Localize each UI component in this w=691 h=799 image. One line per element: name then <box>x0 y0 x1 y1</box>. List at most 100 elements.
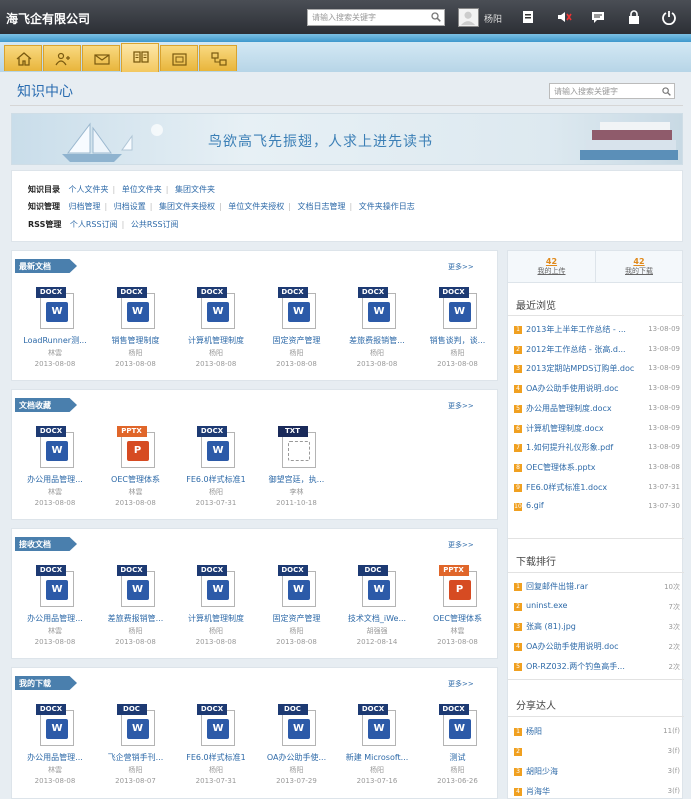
tab-knowledge[interactable] <box>121 43 159 72</box>
sidebar-list-item[interactable]: 4 肖海华 3(f) <box>514 786 680 799</box>
item-title[interactable]: uninst.exe <box>526 601 638 610</box>
item-title[interactable]: OA办公助手使用说明.doc <box>526 383 638 394</box>
link-document-log[interactable]: 文档日志管理 <box>298 202 346 211</box>
document-item[interactable]: DOCX W FE6.0样式标准1 杨阳 2013-07-31 <box>177 426 255 521</box>
item-title[interactable]: OA办公助手使用说明.doc <box>526 641 638 652</box>
document-name[interactable]: OA办公助手使... <box>258 752 336 763</box>
document-item[interactable]: DOCX W 计算机管理制度 杨阳 2013-08-08 <box>177 565 255 660</box>
item-title[interactable]: 胡阳少海 <box>526 766 638 777</box>
document-name[interactable]: 销售管理制度 <box>97 335 175 346</box>
link-unit-folder-auth[interactable]: 单位文件夹授权 <box>228 202 284 211</box>
tab-people[interactable] <box>43 45 81 71</box>
document-name[interactable]: 办公用品管理... <box>16 752 94 763</box>
document-name[interactable]: LoadRunner测... <box>16 335 94 346</box>
address-book-icon[interactable] <box>520 9 536 25</box>
sidebar-list-item[interactable]: 4 OA办公助手使用说明.doc 13-08-09 <box>514 383 680 397</box>
sidebar-list-item[interactable]: 1 回复邮件出错.rar 10次 <box>514 581 680 595</box>
item-title[interactable]: 办公用品管理制度.docx <box>526 403 638 414</box>
document-item[interactable]: DOCX W FE6.0样式标准1 杨阳 2013-07-31 <box>177 704 255 799</box>
document-name[interactable]: 办公用品管理... <box>16 613 94 624</box>
item-title[interactable]: OR-RZ032.两个钓鱼高手... <box>526 661 638 672</box>
item-title[interactable]: OEC管理体系.pptx <box>526 462 638 473</box>
item-title[interactable]: 6.gif <box>526 501 638 510</box>
avatar[interactable] <box>458 8 479 27</box>
sidebar-list-item[interactable]: 9 FE6.0样式标准1.docx 13-07-31 <box>514 482 680 496</box>
document-item[interactable]: DOCX W 差旅费报销管... 杨阳 2013-08-08 <box>338 287 416 382</box>
link-personal-folder[interactable]: 个人文件夹 <box>69 185 109 194</box>
more-link[interactable]: 更多>> <box>448 540 474 550</box>
item-title[interactable]: 1.如何提升礼仪形象.pdf <box>526 442 638 453</box>
document-item[interactable]: PPTX P OEC管理体系 林雲 2013-08-08 <box>97 426 175 521</box>
document-name[interactable]: 计算机管理制度 <box>177 613 255 624</box>
document-name[interactable]: 技术文档_iWe... <box>338 613 416 624</box>
link-unit-folder[interactable]: 单位文件夹 <box>122 185 162 194</box>
link-group-folder-auth[interactable]: 集团文件夹授权 <box>159 202 215 211</box>
sidebar-list-item[interactable]: 7 1.如何提升礼仪形象.pdf 13-08-09 <box>514 442 680 456</box>
document-name[interactable]: 销售谈判，谈... <box>419 335 497 346</box>
more-link[interactable]: 更多>> <box>448 262 474 272</box>
document-name[interactable]: 新建 Microsoft... <box>338 752 416 763</box>
item-title[interactable]: 肖海华 <box>526 786 638 797</box>
document-item[interactable]: DOC W OA办公助手使... 杨阳 2013-07-29 <box>258 704 336 799</box>
document-name[interactable]: 测试 <box>419 752 497 763</box>
sidebar-list-item[interactable]: 1 杨阳 11(f) <box>514 726 680 740</box>
document-name[interactable]: 计算机管理制度 <box>177 335 255 346</box>
document-item[interactable]: DOC W 技术文档_iWe... 胡强强 2012-08-14 <box>338 565 416 660</box>
item-title[interactable]: 2013定期站MPDS订购单.doc <box>526 363 638 374</box>
downloads-label[interactable]: 我的下载 <box>596 266 682 276</box>
more-link[interactable]: 更多>> <box>448 401 474 411</box>
document-name[interactable]: OEC管理体系 <box>419 613 497 624</box>
item-title[interactable]: 计算机管理制度.docx <box>526 423 638 434</box>
item-title[interactable]: 2013年上半年工作总结 - ... <box>526 324 638 335</box>
document-name[interactable]: 固定资产管理 <box>258 335 336 346</box>
document-name[interactable]: FE6.0样式标准1 <box>177 752 255 763</box>
search-icon[interactable] <box>662 87 671 96</box>
lock-icon[interactable] <box>626 9 642 25</box>
document-name[interactable]: 飞企营销手刊... <box>97 752 175 763</box>
document-item[interactable]: DOCX W 测试 杨阳 2013-06-26 <box>419 704 497 799</box>
stat-my-downloads[interactable]: 42 我的下载 <box>596 251 682 283</box>
knowledge-search-input[interactable]: 请输入搜索关键字 <box>549 83 675 99</box>
search-icon[interactable] <box>431 12 441 22</box>
document-item[interactable]: DOCX W 固定资产管理 杨阳 2013-08-08 <box>258 565 336 660</box>
link-public-rss[interactable]: 公共RSS订阅 <box>131 220 179 229</box>
sidebar-list-item[interactable]: 3 胡阳少海 3(f) <box>514 766 680 780</box>
link-group-folder[interactable]: 集团文件夹 <box>175 185 215 194</box>
item-title[interactable]: 回复邮件出错.rar <box>526 581 638 592</box>
link-archive-management[interactable]: 归档管理 <box>69 202 101 211</box>
sidebar-list-item[interactable]: 3 2013定期站MPDS订购单.doc 13-08-09 <box>514 363 680 377</box>
header-search-input[interactable]: 请输入搜索关键字 <box>307 9 445 26</box>
document-item[interactable]: DOCX W 差旅费报销管... 杨阳 2013-08-08 <box>97 565 175 660</box>
link-folder-log[interactable]: 文件夹操作日志 <box>359 202 415 211</box>
sidebar-list-item[interactable]: 2 3(f) <box>514 746 680 760</box>
document-item[interactable]: DOCX W 销售谈判，谈... 杨阳 2013-08-08 <box>419 287 497 382</box>
document-name[interactable]: 差旅费报销管... <box>97 613 175 624</box>
document-item[interactable]: DOCX W 销售管理制度 杨阳 2013-08-08 <box>97 287 175 382</box>
item-title[interactable]: FE6.0样式标准1.docx <box>526 482 638 493</box>
item-title[interactable]: 张高 (81).jpg <box>526 621 638 632</box>
document-item[interactable]: DOCX W 办公用品管理... 林雲 2013-08-08 <box>16 704 94 799</box>
document-name[interactable]: 差旅费报销管... <box>338 335 416 346</box>
link-personal-rss[interactable]: 个人RSS订阅 <box>70 220 118 229</box>
sidebar-list-item[interactable]: 8 OEC管理体系.pptx 13-08-08 <box>514 462 680 476</box>
link-archive-settings[interactable]: 归档设置 <box>114 202 146 211</box>
tab-workflow[interactable] <box>199 45 237 71</box>
document-name[interactable]: 固定资产管理 <box>258 613 336 624</box>
uploads-label[interactable]: 我的上传 <box>508 266 595 276</box>
document-name[interactable]: 御望宫廷，执... <box>258 474 336 485</box>
document-item[interactable]: DOCX W 新建 Microsoft... 杨阳 2013-07-16 <box>338 704 416 799</box>
document-item[interactable]: DOCX W 计算机管理制度 杨阳 2013-08-08 <box>177 287 255 382</box>
power-icon[interactable] <box>661 9 677 25</box>
more-link[interactable]: 更多>> <box>448 679 474 689</box>
tab-home[interactable] <box>4 45 42 71</box>
document-item[interactable]: DOCX W 办公用品管理... 林雲 2013-08-08 <box>16 426 94 521</box>
uploads-count[interactable]: 42 <box>508 257 595 266</box>
document-name[interactable]: OEC管理体系 <box>97 474 175 485</box>
user-name[interactable]: 杨阳 <box>484 12 502 25</box>
sidebar-list-item[interactable]: 4 OA办公助手使用说明.doc 2次 <box>514 641 680 655</box>
sidebar-list-item[interactable]: 3 张高 (81).jpg 3次 <box>514 621 680 635</box>
message-icon[interactable] <box>590 9 606 25</box>
sidebar-list-item[interactable]: 2 uninst.exe 7次 <box>514 601 680 615</box>
sidebar-list-item[interactable]: 6 计算机管理制度.docx 13-08-09 <box>514 423 680 437</box>
mute-speaker-icon[interactable] <box>556 9 572 25</box>
